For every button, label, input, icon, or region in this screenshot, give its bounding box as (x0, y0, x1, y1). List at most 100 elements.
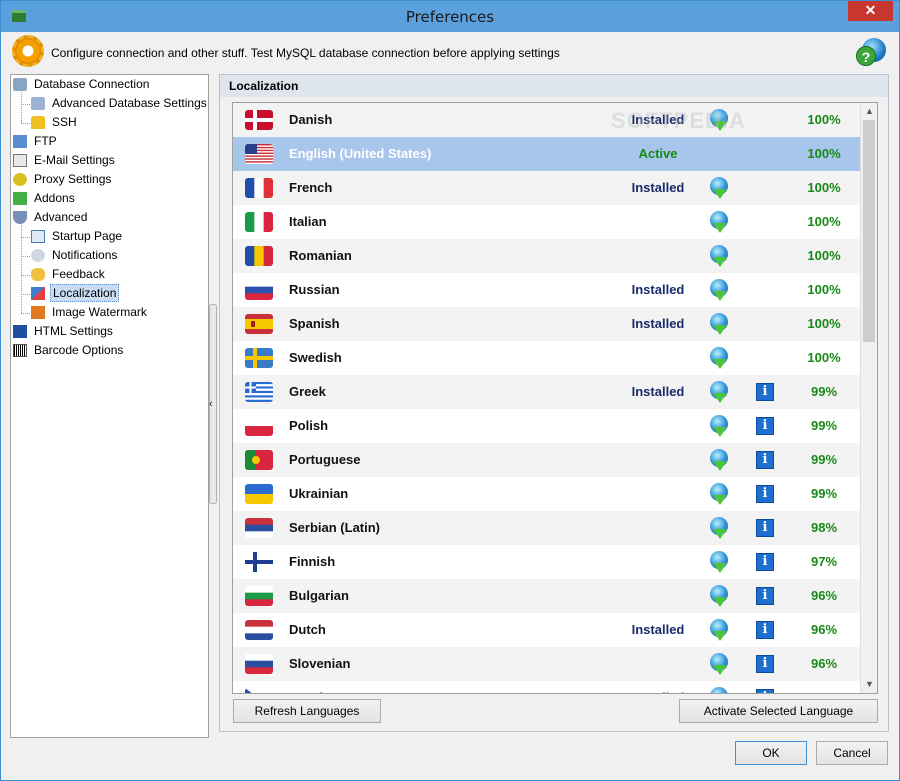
language-row-french[interactable]: French Installed 100% (233, 171, 861, 205)
language-row-russian[interactable]: Russian Installed 100% (233, 273, 861, 307)
download-globe-icon[interactable] (710, 313, 730, 337)
language-row-greek[interactable]: Greek Installed i 99% (233, 375, 861, 409)
tree-item-notifications[interactable]: Notifications (31, 246, 207, 265)
download-globe-icon[interactable] (710, 211, 730, 235)
language-row-dutch[interactable]: Dutch Installed i 96% (233, 613, 861, 647)
language-row-czech[interactable]: Czech Installed i 95% (233, 681, 861, 693)
tree-item-addons[interactable]: Addons (13, 189, 207, 208)
language-name: Romanian (289, 248, 352, 263)
help-icon[interactable]: ? (856, 38, 886, 68)
language-row-italian[interactable]: Italian 100% (233, 205, 861, 239)
download-globe-icon[interactable] (710, 245, 730, 269)
flag-it-icon (245, 212, 273, 232)
question-mark-icon: ? (856, 46, 876, 66)
download-globe-icon[interactable] (710, 347, 730, 371)
tree-item-ssh[interactable]: SSH (31, 113, 207, 132)
ok-button[interactable]: OK (735, 741, 807, 765)
language-list[interactable]: Czech Installed i 95% Slovenian i 96% Dutch Inst… (232, 102, 878, 694)
language-name: Spanish (289, 316, 340, 331)
tree-item-label: Addons (34, 191, 75, 205)
tree-item-ftp[interactable]: FTP (13, 132, 207, 151)
translation-percent: 99% (810, 486, 838, 501)
scroll-down-icon[interactable]: ▼ (861, 676, 877, 693)
softpedia-watermark: SOFTPEDIA (611, 108, 746, 133)
info-icon[interactable]: i (756, 383, 774, 401)
download-globe-icon[interactable] (710, 483, 730, 507)
info-icon[interactable]: i (756, 485, 774, 503)
info-icon[interactable]: i (756, 451, 774, 469)
download-globe-icon[interactable] (710, 279, 730, 303)
tree-item-label: Localization (50, 284, 120, 302)
language-row-polish[interactable]: Polish i 99% (233, 409, 861, 443)
download-globe-icon[interactable] (710, 619, 730, 643)
info-icon[interactable]: i (756, 587, 774, 605)
scroll-up-icon[interactable]: ▲ (861, 103, 877, 120)
language-row-spanish[interactable]: Spanish Installed 100% (233, 307, 861, 341)
flag-pl-icon (245, 416, 273, 436)
info-icon[interactable]: i (756, 655, 774, 673)
language-row-ukrainian[interactable]: Ukrainian i 99% (233, 477, 861, 511)
info-icon[interactable]: i (756, 689, 774, 693)
tree-item-html-settings[interactable]: HTML Settings (13, 322, 207, 341)
language-row-swedish[interactable]: Swedish 100% (233, 341, 861, 375)
download-globe-icon[interactable] (710, 517, 730, 541)
download-globe-icon[interactable] (710, 415, 730, 439)
language-row-english-united-states[interactable]: English (United States) Active 100% (233, 137, 861, 171)
download-globe-icon[interactable] (710, 449, 730, 473)
language-row-slovenian[interactable]: Slovenian i 96% (233, 647, 861, 681)
html-icon (13, 325, 27, 338)
tree-item-advanced[interactable]: Advanced (13, 208, 207, 227)
settings-tree[interactable]: Database Connection Advanced Database Set… (10, 74, 209, 738)
language-row-bulgarian[interactable]: Bulgarian i 96% (233, 579, 861, 613)
image-watermark-icon (31, 306, 45, 319)
tree-item-e-mail-settings[interactable]: E-Mail Settings (13, 151, 207, 170)
translation-percent: 97% (810, 554, 838, 569)
language-row-finnish[interactable]: Finnish i 97% (233, 545, 861, 579)
tree-item-label: Advanced (34, 210, 88, 224)
tree-item-label: Image Watermark (52, 305, 147, 319)
splitter[interactable]: ‹ (209, 74, 219, 738)
language-name: Ukrainian (289, 486, 349, 501)
translation-percent: 96% (810, 588, 838, 603)
download-globe-icon[interactable] (710, 381, 730, 405)
tree-item-label: Notifications (52, 248, 118, 262)
tree-item-barcode-options[interactable]: Barcode Options (13, 341, 207, 360)
download-globe-icon[interactable] (710, 177, 730, 201)
language-status: Installed (631, 180, 685, 195)
language-name: Finnish (289, 554, 336, 569)
language-row-romanian[interactable]: Romanian 100% (233, 239, 861, 273)
download-globe-icon[interactable] (710, 585, 730, 609)
flag-se-icon (245, 348, 273, 368)
info-icon[interactable]: i (756, 621, 774, 639)
flag-si-icon (245, 654, 273, 674)
refresh-languages-button[interactable]: Refresh Languages (233, 699, 381, 723)
tree-item-localization[interactable]: Localization (31, 284, 207, 303)
activate-language-button[interactable]: Activate Selected Language (679, 699, 878, 723)
proxy-icon (13, 173, 27, 186)
translation-percent: 100% (807, 248, 841, 263)
language-row-serbian-latin[interactable]: Serbian (Latin) i 98% (233, 511, 861, 545)
flag-fi-icon (245, 552, 273, 572)
info-icon[interactable]: i (756, 519, 774, 537)
info-icon[interactable]: i (756, 553, 774, 571)
scroll-thumb[interactable] (863, 120, 875, 342)
tree-item-startup-page[interactable]: Startup Page (31, 227, 207, 246)
language-row-portuguese[interactable]: Portuguese i 99% (233, 443, 861, 477)
cancel-button[interactable]: Cancel (816, 741, 888, 765)
download-globe-icon[interactable] (710, 551, 730, 575)
database-settings-icon (31, 97, 45, 110)
tree-item-advanced-database-settings[interactable]: Advanced Database Settings (31, 94, 207, 113)
close-button[interactable]: ✕ (848, 1, 893, 21)
tree-item-image-watermark[interactable]: Image Watermark (31, 303, 207, 322)
tree-item-proxy-settings[interactable]: Proxy Settings (13, 170, 207, 189)
tree-item-feedback[interactable]: Feedback (31, 265, 207, 284)
list-scrollbar[interactable]: ▲ ▼ (860, 103, 877, 693)
collapse-arrow-icon[interactable]: ‹ (209, 398, 213, 410)
download-globe-icon[interactable] (710, 653, 730, 677)
info-icon[interactable]: i (756, 417, 774, 435)
tree-item-database-connection[interactable]: Database Connection (13, 75, 207, 94)
title-bar[interactable]: Preferences ✕ (1, 1, 899, 32)
download-globe-icon[interactable] (710, 687, 730, 693)
flag-ua-icon (245, 484, 273, 504)
language-row-danish[interactable]: Danish Installed 100% (233, 103, 861, 137)
